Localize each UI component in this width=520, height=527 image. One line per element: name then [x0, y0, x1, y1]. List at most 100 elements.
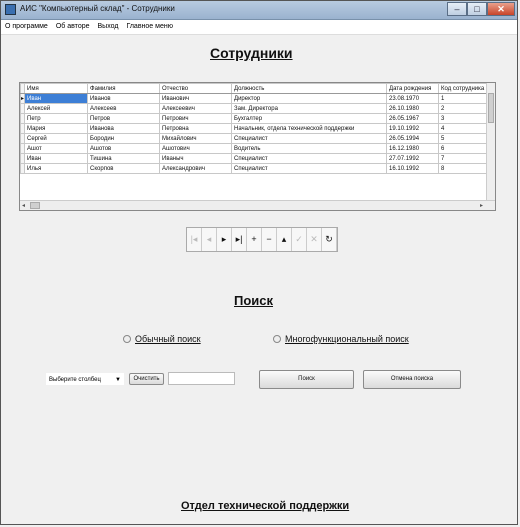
prev-record-button[interactable]: ◂	[202, 228, 217, 251]
table-cell[interactable]: Тишина	[87, 153, 161, 164]
table-cell[interactable]: Петров	[87, 113, 161, 124]
table-cell[interactable]: Мария	[24, 123, 89, 134]
table-cell[interactable]: Алексеев	[87, 103, 161, 114]
table-cell[interactable]: Александрович	[159, 163, 233, 174]
menu-about-program[interactable]: О программе	[1, 20, 52, 34]
refresh-record-button[interactable]: ↻	[322, 228, 337, 251]
column-select[interactable]: Выберите столбец ▼	[46, 373, 124, 385]
table-cell[interactable]: Иванова	[87, 123, 161, 134]
table-cell[interactable]: 16.10.1992	[386, 163, 440, 174]
table-cell[interactable]: Ашот	[24, 143, 89, 154]
table-cell[interactable]: 23.08.1970	[386, 93, 440, 104]
table-cell[interactable]: Иваныч	[159, 153, 233, 164]
cancel-search-button[interactable]: Отмена поиска	[363, 370, 461, 389]
table-cell[interactable]: 19.10.1992	[386, 123, 440, 134]
employees-grid[interactable]: Имя Фамилия Отчество Должность Дата рожд…	[19, 82, 496, 211]
cancel-record-button[interactable]: ✕	[307, 228, 322, 251]
search-button[interactable]: Поиск	[259, 370, 354, 389]
maximize-button[interactable]: □	[467, 2, 487, 16]
table-cell[interactable]: Петрович	[159, 113, 233, 124]
menu-bar: О программе Об авторе Выход Главное меню	[1, 20, 517, 35]
table-cell[interactable]: Директор	[231, 93, 388, 104]
menu-main-menu[interactable]: Главное меню	[122, 20, 177, 34]
window-title: АИС "Компьютерный склад" - Сотрудники	[20, 4, 175, 13]
first-record-button[interactable]: |◂	[187, 228, 202, 251]
table-row[interactable]: Ашот Ашотов Ашотович Водитель 16.12.1980 6	[20, 143, 490, 154]
column-header[interactable]: Фамилия	[87, 83, 161, 94]
table-cell[interactable]: Специалист	[231, 153, 388, 164]
table-cell[interactable]: Илья	[24, 163, 89, 174]
table-row[interactable]: Иван Тишина Иваныч Специалист 27.07.1992 7	[20, 153, 490, 164]
table-cell[interactable]: Зам. Директора	[231, 103, 388, 114]
table-cell[interactable]: 26.05.1994	[386, 133, 440, 144]
table-cell[interactable]: 27.07.1992	[386, 153, 440, 164]
post-record-button[interactable]: ✓	[292, 228, 307, 251]
edit-record-button[interactable]: ▴	[277, 228, 292, 251]
table-cell[interactable]: Специалист	[231, 133, 388, 144]
table-cell[interactable]: Иван	[24, 153, 89, 164]
table-cell[interactable]: 2	[438, 103, 490, 114]
table-row[interactable]: Сергей Бородин Михайлович Специалист 26.05.1…	[20, 133, 490, 144]
menu-exit[interactable]: Выход	[94, 20, 123, 34]
insert-record-button[interactable]: +	[247, 228, 262, 251]
radio-icon	[123, 335, 131, 343]
table-cell[interactable]: Петр	[24, 113, 89, 124]
last-record-button[interactable]: ▸|	[232, 228, 247, 251]
table-cell[interactable]: Алексей	[24, 103, 89, 114]
table-cell[interactable]: Ашотович	[159, 143, 233, 154]
table-cell[interactable]: Бухгалтер	[231, 113, 388, 124]
column-header[interactable]: Дата рождения	[386, 83, 440, 94]
multi-search-radio[interactable]: Многофункциональный поиск	[273, 334, 409, 344]
table-cell[interactable]: Водитель	[231, 143, 388, 154]
column-header[interactable]: Имя	[24, 83, 89, 94]
table-cell[interactable]: 26.10.1980	[386, 103, 440, 114]
title-bar[interactable]: АИС "Компьютерный склад" - Сотрудники – …	[1, 1, 517, 20]
table-cell[interactable]: 16.12.1980	[386, 143, 440, 154]
table-cell[interactable]: Ашотов	[87, 143, 161, 154]
column-header[interactable]: Должность	[231, 83, 388, 94]
vertical-scroll-thumb[interactable]	[488, 93, 494, 123]
table-cell[interactable]: 7	[438, 153, 490, 164]
column-header[interactable]: Отчество	[159, 83, 233, 94]
search-heading: Поиск	[234, 293, 274, 308]
table-cell[interactable]: Иван	[24, 93, 89, 104]
table-row[interactable]: Петр Петров Петрович Бухгалтер 26.05.1967 3	[20, 113, 490, 124]
scroll-left-arrow-icon[interactable]: ◂	[22, 202, 25, 209]
table-row[interactable]: ▸ Иван Иванов Иванович Директор 23.08.1970 1	[20, 93, 490, 104]
table-cell[interactable]: Иванович	[159, 93, 233, 104]
search-input[interactable]	[168, 372, 235, 385]
table-cell[interactable]: Михайлович	[159, 133, 233, 144]
table-cell[interactable]: Начальник, отдела технической поддержки	[231, 123, 388, 134]
support-link[interactable]: Отдел технической поддержки	[181, 500, 349, 512]
clear-button[interactable]: Очистить	[129, 373, 164, 385]
table-cell[interactable]: Петровна	[159, 123, 233, 134]
table-cell[interactable]: Специалист	[231, 163, 388, 174]
table-cell[interactable]: 3	[438, 113, 490, 124]
simple-search-label: Обычный поиск	[135, 334, 201, 344]
delete-record-button[interactable]: −	[262, 228, 277, 251]
column-header[interactable]: Код сотрудника	[438, 83, 490, 94]
table-cell[interactable]: Бородин	[87, 133, 161, 144]
vertical-scrollbar[interactable]	[486, 83, 495, 202]
table-row[interactable]: Мария Иванова Петровна Начальник, отдела те…	[20, 123, 490, 134]
table-cell[interactable]: 26.05.1967	[386, 113, 440, 124]
table-cell[interactable]: Сергей	[24, 133, 89, 144]
simple-search-radio[interactable]: Обычный поиск	[123, 334, 201, 344]
table-row[interactable]: Алексей Алексеев Алексеевич Зам. Директора 2…	[20, 103, 490, 114]
horizontal-scroll-thumb[interactable]	[30, 202, 40, 209]
table-row[interactable]: Илья Скорпов Александрович Специалист 16.10.…	[20, 163, 490, 174]
close-button[interactable]: ✕	[487, 2, 515, 16]
table-cell[interactable]: 8	[438, 163, 490, 174]
table-cell[interactable]: Скорпов	[87, 163, 161, 174]
table-cell[interactable]: 4	[438, 123, 490, 134]
table-cell[interactable]: 6	[438, 143, 490, 154]
table-cell[interactable]: 1	[438, 93, 490, 104]
minimize-button[interactable]: –	[447, 2, 467, 16]
horizontal-scrollbar[interactable]: ◂ ▸	[20, 200, 495, 210]
table-cell[interactable]: Иванов	[87, 93, 161, 104]
table-cell[interactable]: 5	[438, 133, 490, 144]
next-record-button[interactable]: ▸	[217, 228, 232, 251]
scroll-right-arrow-icon[interactable]: ▸	[480, 202, 483, 209]
table-cell[interactable]: Алексеевич	[159, 103, 233, 114]
menu-about-author[interactable]: Об авторе	[52, 20, 94, 34]
